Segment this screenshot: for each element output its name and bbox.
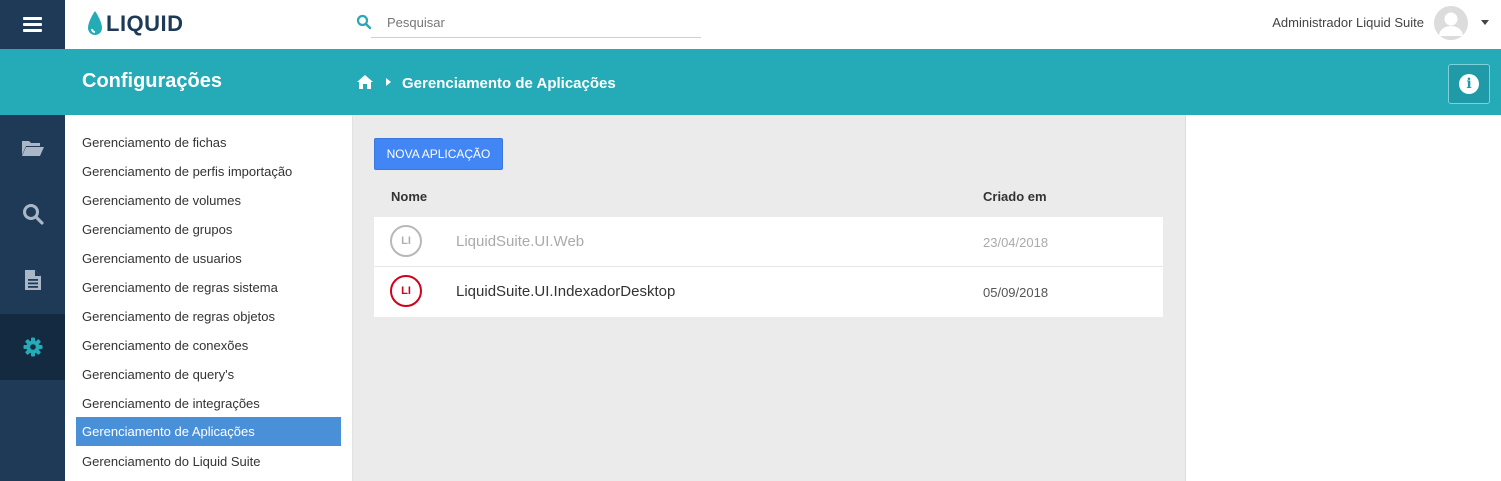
table-row[interactable]: LI LiquidSuite.UI.IndexadorDesktop 05/09… <box>374 267 1163 317</box>
menu-item[interactable]: Gerenciamento de integrações <box>76 389 341 418</box>
menu-item[interactable]: Gerenciamento de perfis importação <box>76 157 341 186</box>
sidebar-item-settings[interactable] <box>0 314 65 380</box>
document-icon <box>24 270 41 290</box>
menu-item[interactable]: Gerenciamento de regras objetos <box>76 302 341 331</box>
app-created-date: 23/04/2018 <box>983 235 1049 250</box>
menu-item[interactable]: Gerenciamento de volumes <box>76 186 341 215</box>
app-logo[interactable]: LIQUID <box>86 8 184 40</box>
search-input[interactable] <box>371 8 701 38</box>
hamburger-icon <box>23 17 42 32</box>
app-created-date: 05/09/2018 <box>983 285 1049 300</box>
droplet-logo-icon <box>88 11 102 35</box>
table-row[interactable]: LI LiquidSuite.UI.Web 23/04/2018 <box>374 217 1163 267</box>
app-initials-badge: LI <box>390 225 422 257</box>
sidebar-item-documents[interactable] <box>0 115 65 181</box>
user-name[interactable]: Administrador Liquid Suite <box>1272 15 1424 30</box>
menu-item-active[interactable]: Gerenciamento de Aplicações <box>76 417 341 446</box>
app-name: LiquidSuite.UI.IndexadorDesktop <box>456 283 676 300</box>
app-initials-badge: LI <box>390 275 422 307</box>
menu-item[interactable]: Gerenciamento de conexões <box>76 331 341 360</box>
info-button[interactable]: i <box>1448 64 1490 104</box>
top-bar: LIQUID Administrador Liquid Suite <box>0 0 1501 49</box>
section-title: Configurações <box>82 70 223 92</box>
menu-item[interactable]: Gerenciamento do Liquid Suite <box>76 447 341 476</box>
search-icon <box>356 14 372 30</box>
menu-item[interactable]: Gerenciamento de query's <box>76 360 341 389</box>
column-header-created[interactable]: Criado em <box>983 189 1047 204</box>
new-application-button[interactable]: NOVA APLICAÇÃO <box>374 138 503 170</box>
home-icon[interactable] <box>356 74 374 90</box>
titlebar-left-strip <box>0 49 65 115</box>
menu-item[interactable]: Gerenciamento de usuarios <box>76 244 341 273</box>
menu-item[interactable]: Gerenciamento de regras sistema <box>76 273 341 302</box>
settings-menu: Gerenciamento de fichas Gerenciamento de… <box>65 115 353 481</box>
gear-icon <box>23 337 42 357</box>
avatar[interactable] <box>1434 6 1468 40</box>
folder-open-icon <box>21 141 44 156</box>
user-avatar-icon <box>1434 6 1468 40</box>
title-bar <box>65 49 1501 115</box>
breadcrumb-chevron-icon <box>386 78 391 86</box>
info-icon: i <box>1459 74 1479 94</box>
icon-sidebar <box>0 115 65 481</box>
sidebar-item-search[interactable] <box>0 181 65 247</box>
search-icon <box>22 204 44 225</box>
sidebar-item-reports[interactable] <box>0 247 65 313</box>
logo-text: LIQUID <box>106 11 184 36</box>
menu-item[interactable]: Gerenciamento de grupos <box>76 215 341 244</box>
menu-item[interactable]: Gerenciamento de fichas <box>76 128 341 157</box>
column-header-name[interactable]: Nome <box>391 189 427 204</box>
app-name: LiquidSuite.UI.Web <box>456 233 585 250</box>
menu-toggle-button[interactable] <box>0 0 65 49</box>
user-menu-caret-icon[interactable] <box>1481 20 1489 25</box>
breadcrumb-current: Gerenciamento de Aplicações <box>402 75 616 92</box>
right-pane <box>1185 115 1501 481</box>
